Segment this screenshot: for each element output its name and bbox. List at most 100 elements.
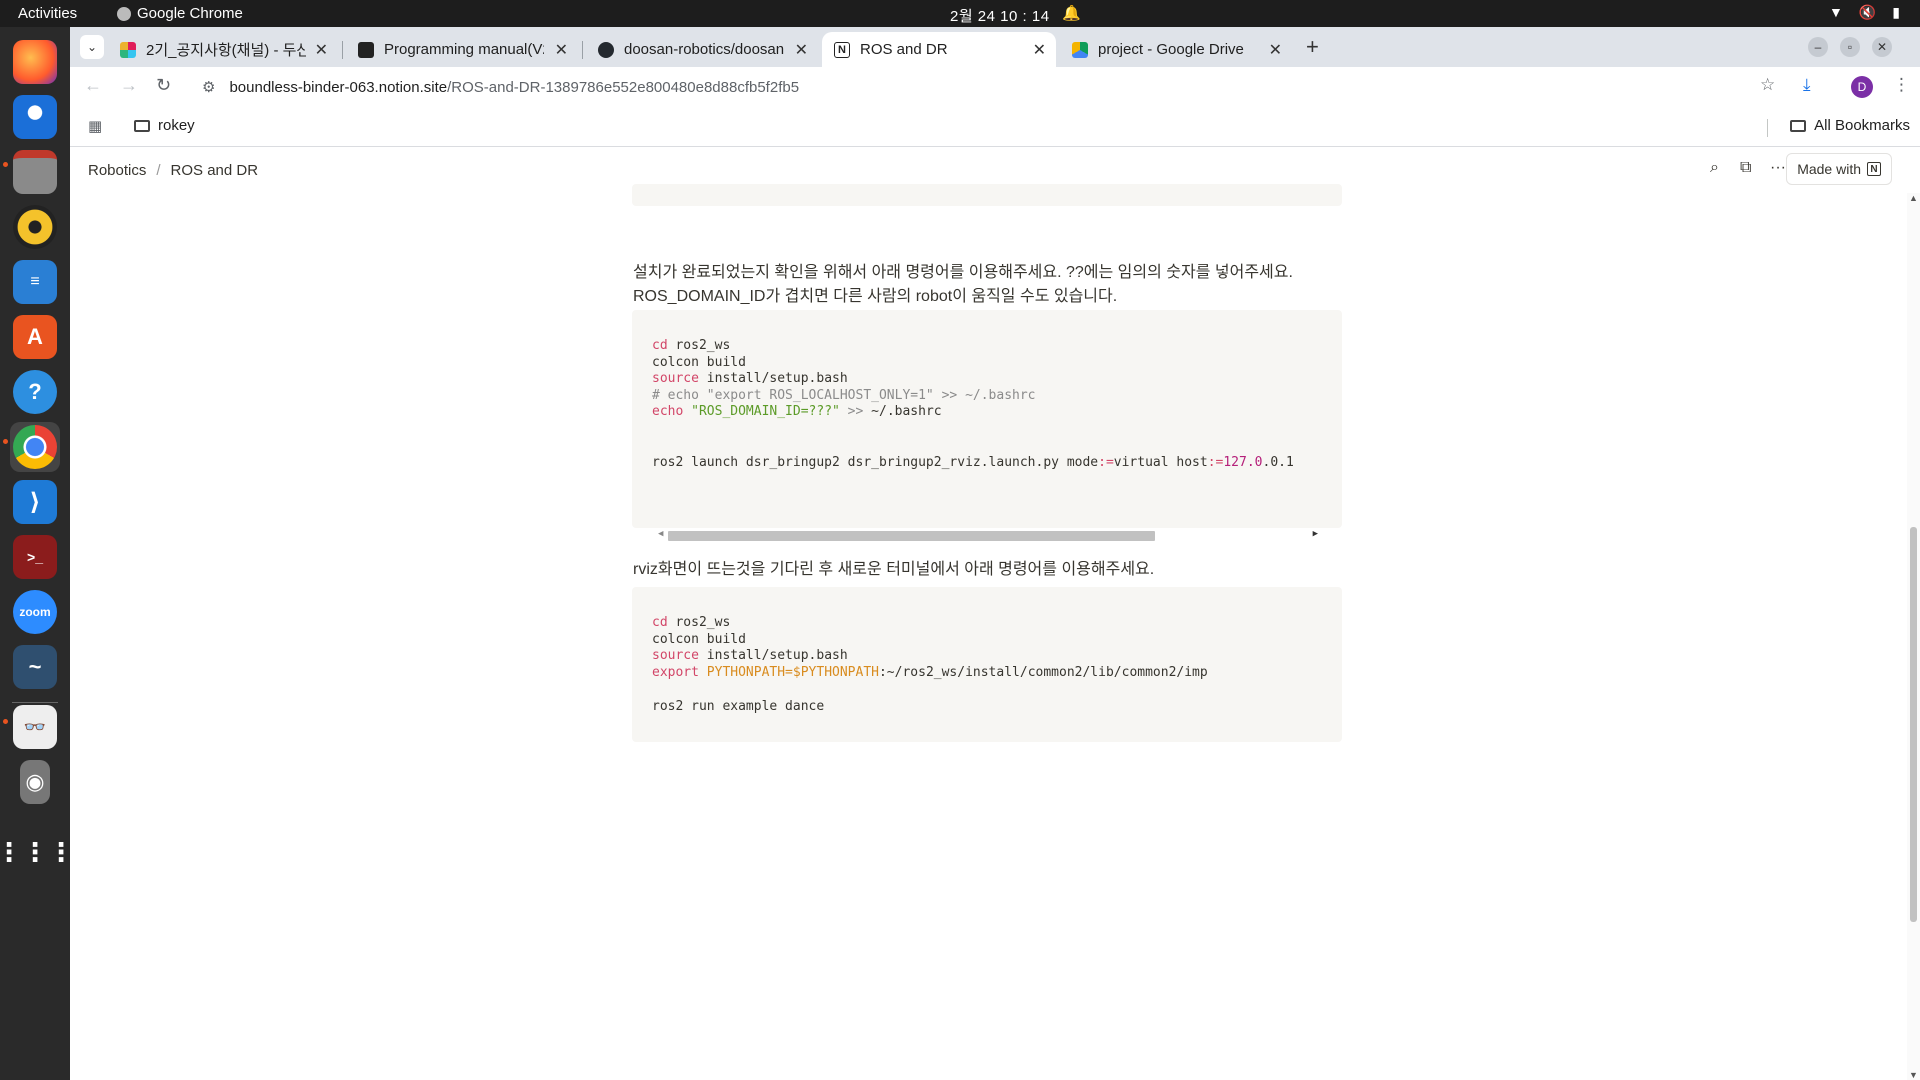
code-text: install/setup.bash: [698, 648, 848, 663]
thunderbird-icon: [13, 95, 57, 139]
code-variable: PYTHONPATH=$PYTHONPATH: [698, 665, 879, 680]
scrollbar-thumb[interactable]: [1910, 527, 1917, 922]
bookmark-star-button[interactable]: ☆: [1760, 75, 1775, 95]
breadcrumb-robotics[interactable]: Robotics: [88, 162, 146, 179]
dock-show-apps[interactable]: ⋮⋮⋮: [0, 827, 74, 877]
code-text: ~/.bashrc: [863, 404, 942, 419]
dock-thunderbird[interactable]: [10, 92, 60, 142]
search-button[interactable]: ⌕: [1710, 159, 1719, 177]
dock-mysql-workbench[interactable]: ~: [10, 642, 60, 692]
scroll-up-arrow-icon[interactable]: ▲: [1909, 193, 1918, 203]
search-icon: ⌕: [1710, 159, 1719, 176]
dock-files[interactable]: [10, 147, 60, 197]
scrollbar-thumb[interactable]: [668, 531, 1155, 541]
profile-avatar[interactable]: D: [1851, 76, 1873, 98]
app-menu[interactable]: Google Chrome: [117, 5, 243, 22]
restore-button[interactable]: ▫: [1840, 37, 1860, 57]
code-keyword: export: [652, 665, 699, 680]
activities-button[interactable]: Activities: [18, 5, 77, 22]
duplicate-button[interactable]: ⧉: [1740, 159, 1751, 177]
github-favicon-icon: [598, 41, 614, 58]
code-line: source install/setup.bash: [652, 648, 848, 663]
dock-chrome[interactable]: [10, 422, 60, 472]
chrome-icon: [13, 425, 57, 469]
horizontal-scrollbar[interactable]: ◀ ▶: [658, 528, 1318, 544]
scroll-left-arrow-icon[interactable]: ◀: [658, 529, 663, 539]
firefox-icon: [13, 40, 57, 84]
media-player-icon: ◉: [20, 760, 50, 804]
code-line: source install/setup.bash: [652, 371, 848, 386]
page-vertical-scrollbar[interactable]: ▲ ▼: [1907, 193, 1920, 1080]
minimize-button[interactable]: –: [1808, 37, 1828, 57]
running-indicator: [3, 719, 8, 724]
downloads-button[interactable]: ⤓: [1803, 75, 1811, 95]
code-comment: # echo "export ROS_LOCALHOST_ONLY=1" >> …: [652, 388, 1036, 403]
dock-zoom[interactable]: zoom: [10, 587, 60, 637]
more-options-button[interactable]: ···: [1770, 159, 1786, 177]
chevron-down-icon: ⌄: [86, 40, 98, 54]
scroll-right-arrow-icon[interactable]: ▶: [1313, 529, 1318, 539]
paragraph-rviz-wait: rviz화면이 뜨는것을 기다린 후 새로운 터미널에서 아래 명령어를 이용해…: [633, 561, 1155, 578]
dock-help[interactable]: ?: [10, 367, 60, 417]
clock[interactable]: 2월 24 10 : 14: [950, 5, 1050, 26]
tab-search-button[interactable]: ⌄: [80, 35, 104, 59]
breadcrumb-separator: /: [156, 162, 161, 179]
mysql-workbench-icon: ~: [13, 645, 57, 689]
reload-button[interactable]: ↻: [156, 75, 171, 96]
forward-button[interactable]: →: [120, 75, 138, 96]
volume-muted-icon: 🔇: [1858, 4, 1877, 20]
tab-programming-manual[interactable]: Programming manual(V2 ✕: [346, 32, 578, 67]
help-icon: ?: [13, 370, 57, 414]
code-line: ros2 launch dsr_bringup2 dsr_bringup2_rv…: [652, 455, 1320, 470]
scroll-down-arrow-icon[interactable]: ▼: [1909, 1070, 1918, 1080]
dock-firefox[interactable]: [10, 37, 60, 87]
code-string: "ROS_DOMAIN_ID=???": [683, 404, 840, 419]
close-tab-icon[interactable]: ✕: [1269, 40, 1282, 60]
dock-terminal[interactable]: >_: [10, 532, 60, 582]
bookmark-folder-label: rokey: [158, 117, 195, 134]
tab-title: doosan-robotics/doosan: [624, 41, 784, 58]
breadcrumb-ros-and-dr[interactable]: ROS and DR: [171, 162, 259, 179]
folder-icon: [1790, 119, 1807, 132]
tab-github[interactable]: doosan-robotics/doosan ✕: [586, 32, 818, 67]
code-line: cd ros2_ws: [652, 615, 730, 630]
code-keyword: source: [652, 371, 699, 386]
app-name: Google Chrome: [137, 5, 243, 22]
close-tab-icon[interactable]: ✕: [315, 40, 328, 60]
close-tab-icon[interactable]: ✕: [795, 40, 808, 60]
new-tab-button[interactable]: +: [1306, 34, 1319, 60]
made-with-notion-button[interactable]: Made with N: [1786, 153, 1892, 185]
close-tab-icon[interactable]: ✕: [555, 40, 568, 60]
dock-writer[interactable]: ≡: [10, 257, 60, 307]
code-text: install/setup.bash: [698, 371, 848, 386]
tab-google-drive[interactable]: project - Google Drive ✕: [1060, 32, 1292, 67]
code-block-launch: cd ros2_ws colcon build source install/s…: [632, 310, 1342, 541]
system-tray[interactable]: ▼ 🔇 ▮: [1829, 4, 1900, 21]
tab-slack[interactable]: 2기_공지사항(채널) - 두산 ✕: [108, 32, 338, 67]
chrome-menu-button[interactable]: ⋮: [1893, 75, 1910, 95]
all-bookmarks-button[interactable]: All Bookmarks: [1790, 117, 1910, 134]
back-button[interactable]: ←: [84, 75, 102, 96]
bookmark-folder-rokey[interactable]: rokey: [134, 117, 195, 134]
app-center-icon: A: [13, 315, 57, 359]
close-icon: ✕: [1876, 40, 1888, 54]
battery-icon: ▮: [1892, 4, 1900, 20]
minimize-icon: –: [1814, 40, 1822, 54]
tab-ros-and-dr[interactable]: N ROS and DR ✕: [822, 32, 1056, 67]
code-text: ros2_ws: [667, 338, 731, 353]
site-info-icon[interactable]: ⚙: [202, 78, 215, 96]
running-indicator: [3, 439, 8, 444]
files-icon: [13, 150, 57, 194]
dock-document-viewer[interactable]: 👓: [10, 702, 60, 752]
dock-vscode[interactable]: ⟩: [10, 477, 60, 527]
avatar-letter: D: [1857, 80, 1867, 94]
dock-rhythmbox[interactable]: [10, 202, 60, 252]
vscode-icon: ⟩: [13, 480, 57, 524]
address-bar[interactable]: ⚙ boundless-binder-063.notion.site/ROS-a…: [190, 71, 1860, 103]
dock-media-player[interactable]: ◉: [10, 757, 60, 807]
apps-grid-icon[interactable]: ▦: [88, 117, 102, 135]
paragraph-install-check: 설치가 완료되었는지 확인을 위해서 아래 명령어를 이용해주세요. ??에는 …: [633, 261, 1293, 309]
close-window-button[interactable]: ✕: [1872, 37, 1892, 57]
dock-app-center[interactable]: A: [10, 312, 60, 362]
close-tab-icon[interactable]: ✕: [1033, 40, 1046, 60]
